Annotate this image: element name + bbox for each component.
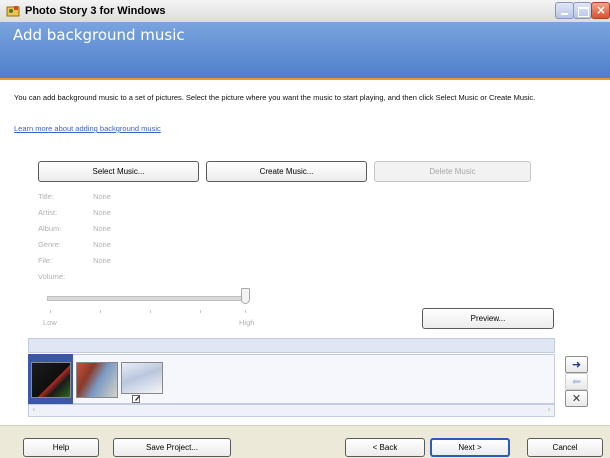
close-icon: × bbox=[596, 3, 607, 17]
picture-thumbnail[interactable] bbox=[121, 362, 163, 394]
artist-value: None bbox=[93, 208, 111, 217]
arrow-right-icon: ➜ bbox=[571, 358, 582, 371]
volume-label: Volume: bbox=[38, 272, 66, 281]
save-project-button[interactable]: Save Project... bbox=[113, 438, 231, 457]
cancel-button[interactable]: Cancel bbox=[527, 438, 603, 457]
title-label: Title: bbox=[38, 192, 54, 201]
learn-more-link[interactable]: Learn more about adding background music bbox=[14, 124, 161, 133]
slider-tick bbox=[245, 310, 246, 313]
slider-tick bbox=[50, 310, 51, 313]
delete-music-button[interactable]: Delete Music bbox=[374, 161, 531, 182]
remove-picture-button[interactable]: ✕ bbox=[565, 390, 588, 407]
x-icon: ✕ bbox=[571, 392, 582, 405]
preview-button[interactable]: Preview... bbox=[422, 308, 554, 329]
title-value: None bbox=[93, 192, 111, 201]
slider-tick bbox=[100, 310, 101, 313]
help-button[interactable]: Help bbox=[23, 438, 99, 457]
filmstrip-music-track bbox=[28, 338, 555, 353]
scroll-left-icon[interactable]: ‹ bbox=[32, 405, 36, 415]
file-value: None bbox=[93, 256, 111, 265]
create-music-button[interactable]: Create Music... bbox=[206, 161, 367, 182]
maximize-button[interactable] bbox=[573, 2, 592, 19]
picture-thumbnail[interactable] bbox=[76, 362, 118, 398]
volume-slider-track[interactable] bbox=[47, 296, 249, 301]
page-title: Add background music bbox=[13, 26, 185, 44]
file-label: File: bbox=[38, 256, 53, 265]
arrow-left-icon: ⬅ bbox=[571, 375, 582, 388]
album-value: None bbox=[93, 224, 111, 233]
slider-tick bbox=[200, 310, 201, 313]
instructions-text: You can add background music to a set of… bbox=[14, 93, 536, 102]
minimize-button[interactable] bbox=[555, 2, 574, 19]
next-button[interactable]: Next > bbox=[430, 438, 510, 457]
move-left-button[interactable]: ⬅ bbox=[565, 373, 588, 390]
artist-label: Artist: bbox=[38, 208, 58, 217]
volume-high-label: High bbox=[239, 318, 255, 327]
back-button[interactable]: < Back bbox=[345, 438, 425, 457]
picture-thumbnail[interactable] bbox=[31, 362, 71, 398]
album-label: Album: bbox=[38, 224, 62, 233]
scroll-right-icon[interactable]: › bbox=[547, 405, 551, 415]
edit-picture-icon[interactable] bbox=[132, 394, 141, 403]
window-title: Photo Story 3 for Windows bbox=[25, 5, 166, 17]
filmstrip-scrollbar[interactable]: ‹ › bbox=[28, 404, 555, 417]
genre-value: None bbox=[93, 240, 111, 249]
select-music-button[interactable]: Select Music... bbox=[38, 161, 199, 182]
genre-label: Genre: bbox=[38, 240, 61, 249]
volume-low-label: Low bbox=[43, 318, 57, 327]
volume-slider-thumb[interactable] bbox=[241, 288, 250, 304]
move-right-button[interactable]: ➜ bbox=[565, 356, 588, 373]
close-button[interactable]: × bbox=[591, 2, 610, 19]
slider-tick bbox=[150, 310, 151, 313]
app-icon bbox=[6, 6, 20, 17]
